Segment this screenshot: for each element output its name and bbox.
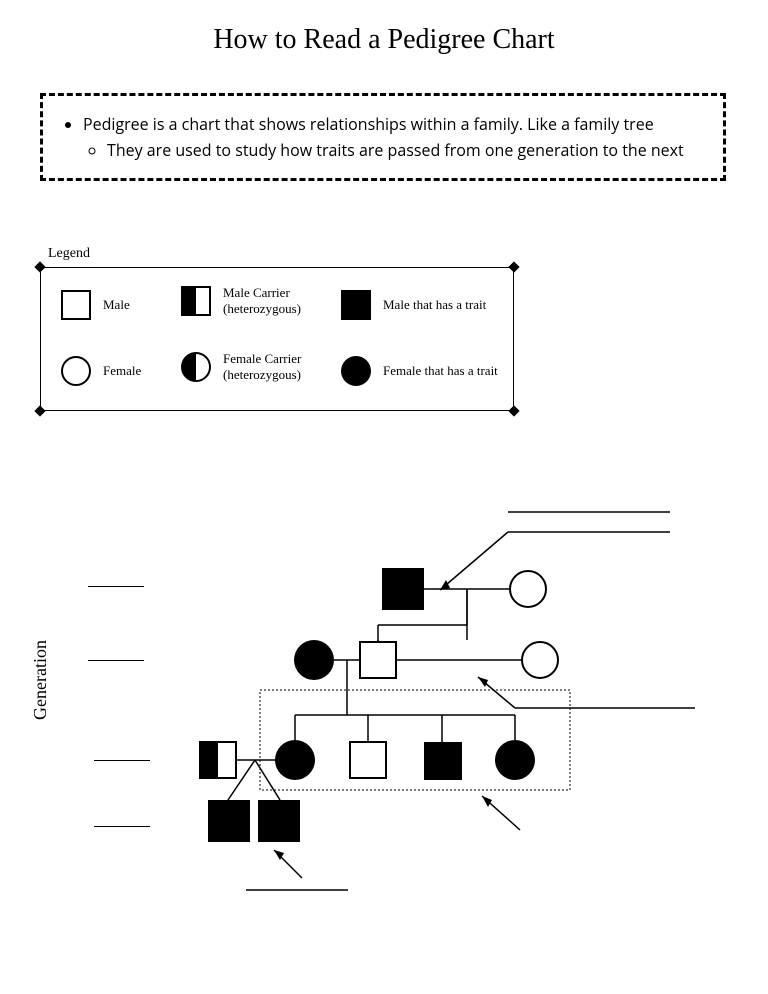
- intro-bullet: Pedigree is a chart that shows relations…: [83, 112, 701, 136]
- corner-diamond-icon: [508, 261, 519, 272]
- corner-diamond-icon: [508, 405, 519, 416]
- square-icon: [61, 290, 91, 320]
- corner-diamond-icon: [34, 261, 45, 272]
- circle-icon: [61, 356, 91, 386]
- page: How to Read a Pedigree Chart Pedigree is…: [0, 0, 768, 994]
- square-half-icon: [181, 286, 211, 316]
- pedigree-diagram: [70, 490, 710, 910]
- generation-axis-label: Generation: [30, 640, 51, 720]
- legend-item-female-trait: Female that has a trait: [341, 356, 498, 386]
- legend-text: Male Carrier (heterozygous): [223, 285, 301, 316]
- legend-item-male-trait: Male that has a trait: [341, 290, 486, 320]
- legend-text: Female: [103, 363, 141, 379]
- circle-half-icon: [181, 352, 211, 382]
- pedigree-svg: [70, 490, 710, 910]
- legend-text: Female that has a trait: [383, 363, 498, 379]
- legend-label: Legend: [48, 246, 90, 262]
- page-title: How to Read a Pedigree Chart: [0, 24, 768, 56]
- legend-box: Male Male Carrier (heterozygous) Male th…: [40, 267, 514, 411]
- legend-item-female-carrier: Female Carrier (heterozygous): [181, 351, 301, 382]
- circle-filled-icon: [341, 356, 371, 386]
- legend-text: Female Carrier (heterozygous): [223, 351, 301, 382]
- legend-text: Male: [103, 297, 130, 313]
- corner-diamond-icon: [34, 405, 45, 416]
- intro-sub-bullet: They are used to study how traits are pa…: [107, 138, 701, 162]
- intro-box: Pedigree is a chart that shows relations…: [40, 93, 726, 181]
- square-filled-icon: [341, 290, 371, 320]
- legend-item-female: Female: [61, 356, 141, 386]
- legend-text: Male that has a trait: [383, 297, 486, 313]
- legend-item-male: Male: [61, 290, 130, 320]
- legend-item-male-carrier: Male Carrier (heterozygous): [181, 285, 301, 316]
